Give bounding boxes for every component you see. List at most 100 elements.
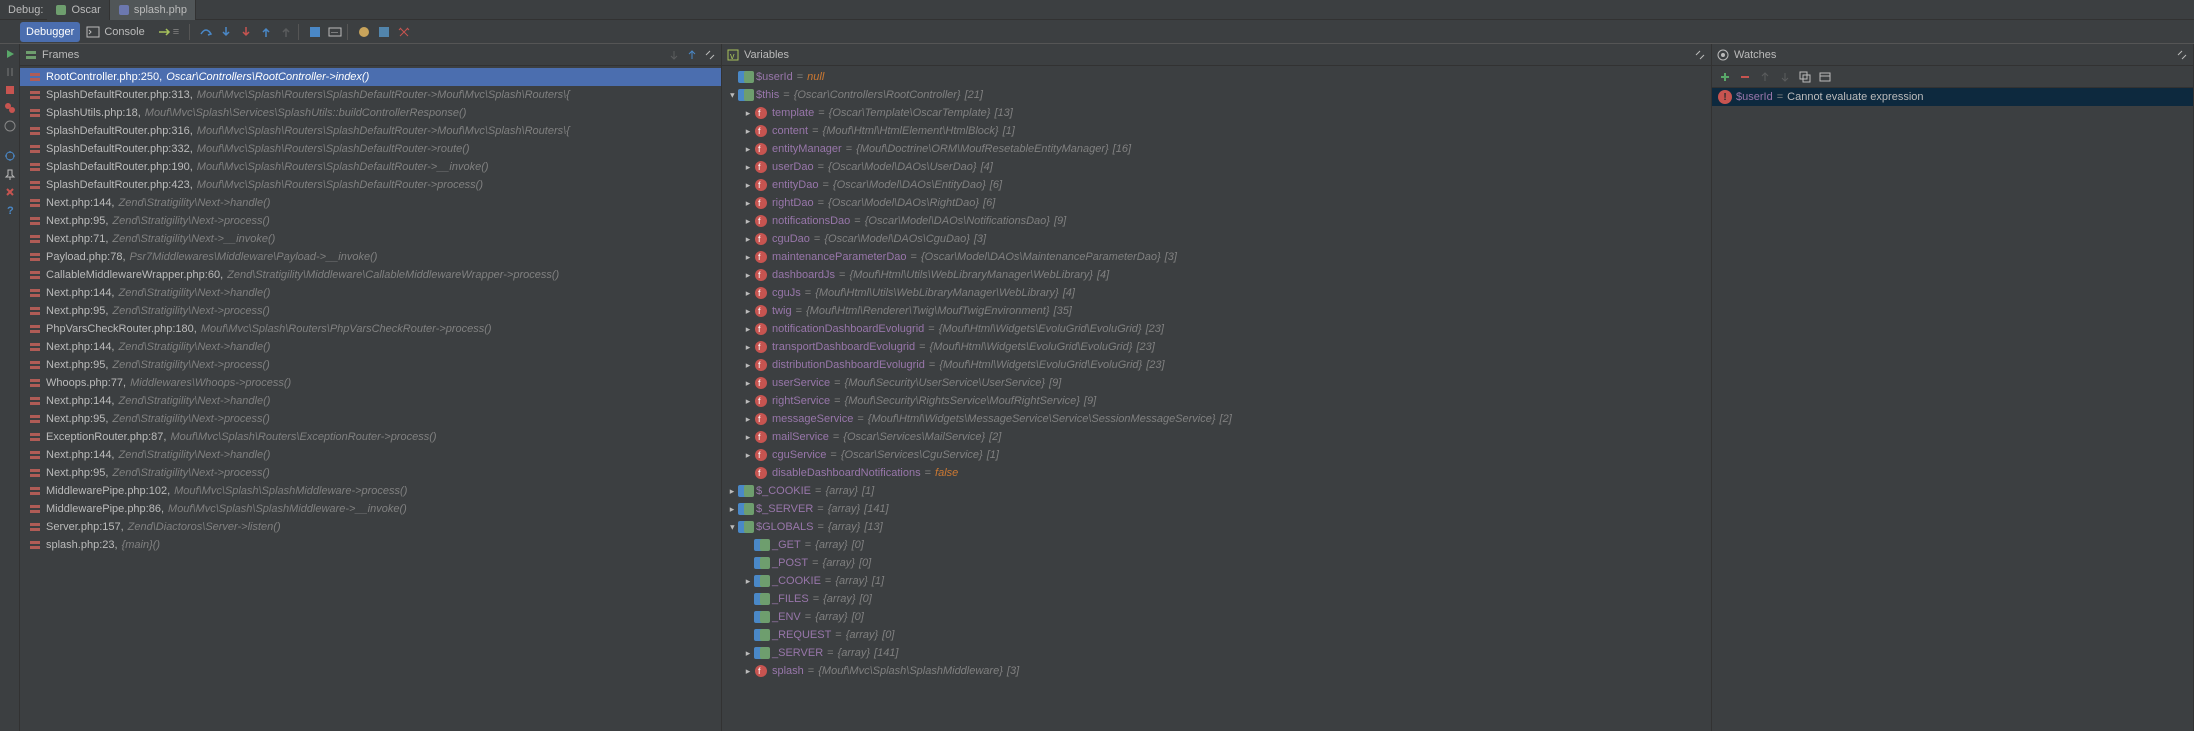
expand-icon[interactable] bbox=[742, 377, 754, 389]
frame-row[interactable]: SplashDefaultRouter.php:423, Mouf\Mvc\Sp… bbox=[20, 176, 721, 194]
settings-button[interactable] bbox=[396, 24, 412, 40]
frame-row[interactable]: MiddlewarePipe.php:102, Mouf\Mvc\Splash\… bbox=[20, 482, 721, 500]
expand-icon[interactable] bbox=[742, 215, 754, 227]
drop-frame-button[interactable] bbox=[278, 24, 294, 40]
expand-icon[interactable] bbox=[742, 269, 754, 281]
expand-icon[interactable] bbox=[742, 287, 754, 299]
force-step-into-button[interactable] bbox=[238, 24, 254, 40]
variable-row[interactable]: ▸_POST={array}[0] bbox=[722, 554, 1711, 572]
view-breakpoints-button[interactable] bbox=[2, 100, 18, 116]
variable-row[interactable]: _SERVER={array}[141] bbox=[722, 644, 1711, 662]
frame-row[interactable]: PhpVarsCheckRouter.php:180, Mouf\Mvc\Spl… bbox=[20, 320, 721, 338]
frame-row[interactable]: SplashUtils.php:18, Mouf\Mvc\Splash\Serv… bbox=[20, 104, 721, 122]
expand-icon[interactable] bbox=[726, 485, 738, 497]
run-to-cursor-button[interactable] bbox=[307, 24, 323, 40]
frame-row[interactable]: Next.php:71, Zend\Stratigility\Next->__i… bbox=[20, 230, 721, 248]
expand-icon[interactable] bbox=[742, 449, 754, 461]
variable-row[interactable]: fentityDao={Oscar\Model\DAOs\EntityDao}[… bbox=[722, 176, 1711, 194]
copy-watch-button[interactable] bbox=[1796, 68, 1814, 86]
output-tab-button[interactable]: ≡ bbox=[151, 22, 185, 42]
frame-row[interactable]: MiddlewarePipe.php:86, Mouf\Mvc\Splash\S… bbox=[20, 500, 721, 518]
stop-button[interactable] bbox=[2, 82, 18, 98]
frames-down-icon[interactable] bbox=[667, 48, 681, 62]
variable-row[interactable]: fmessageService={Mouf\Html\Widgets\Messa… bbox=[722, 410, 1711, 428]
expand-icon[interactable] bbox=[742, 575, 754, 587]
variable-row[interactable]: ▸_REQUEST={array}[0] bbox=[722, 626, 1711, 644]
mute-breakpoints-button[interactable] bbox=[356, 24, 372, 40]
show-execution-point-button[interactable] bbox=[376, 24, 392, 40]
remove-watch-button[interactable] bbox=[1736, 68, 1754, 86]
variable-row[interactable]: $this={Oscar\Controllers\RootController}… bbox=[722, 86, 1711, 104]
expand-icon[interactable] bbox=[742, 233, 754, 245]
expand-icon[interactable] bbox=[742, 305, 754, 317]
expand-icon[interactable] bbox=[726, 503, 738, 515]
expand-icon[interactable] bbox=[742, 125, 754, 137]
move-up-button[interactable] bbox=[1756, 68, 1774, 86]
frame-row[interactable]: Next.php:144, Zend\Stratigility\Next->ha… bbox=[20, 392, 721, 410]
show-watches-button[interactable] bbox=[1816, 68, 1834, 86]
expand-icon[interactable] bbox=[742, 647, 754, 659]
frame-row[interactable]: ExceptionRouter.php:87, Mouf\Mvc\Splash\… bbox=[20, 428, 721, 446]
expand-icon[interactable] bbox=[742, 413, 754, 425]
variable-row[interactable]: $_SERVER={array}[141] bbox=[722, 500, 1711, 518]
move-down-button[interactable] bbox=[1776, 68, 1794, 86]
watches-list[interactable]: ! $userId = Cannot evaluate expression bbox=[1712, 88, 2193, 731]
evaluate-expression-button[interactable]: ― bbox=[327, 24, 343, 40]
step-into-button[interactable] bbox=[218, 24, 234, 40]
maximize-icon[interactable] bbox=[703, 48, 717, 62]
add-watch-button[interactable] bbox=[1716, 68, 1734, 86]
watch-item[interactable]: ! $userId = Cannot evaluate expression bbox=[1712, 88, 2193, 106]
resume-button[interactable] bbox=[2, 46, 18, 62]
variable-row[interactable]: $_COOKIE={array}[1] bbox=[722, 482, 1711, 500]
variable-row[interactable]: ▸$userId=null bbox=[722, 68, 1711, 86]
frames-up-icon[interactable] bbox=[685, 48, 699, 62]
frame-row[interactable]: Next.php:144, Zend\Stratigility\Next->ha… bbox=[20, 338, 721, 356]
variable-row[interactable]: frightDao={Oscar\Model\DAOs\RightDao}[6] bbox=[722, 194, 1711, 212]
expand-icon[interactable] bbox=[742, 665, 754, 677]
frame-row[interactable]: RootController.php:250, Oscar\Controller… bbox=[20, 68, 721, 86]
variable-row[interactable]: fcontent={Mouf\Html\HtmlElement\HtmlBloc… bbox=[722, 122, 1711, 140]
frame-row[interactable]: Next.php:95, Zend\Stratigility\Next->pro… bbox=[20, 410, 721, 428]
frame-row[interactable]: Next.php:95, Zend\Stratigility\Next->pro… bbox=[20, 464, 721, 482]
maximize-icon[interactable] bbox=[1693, 48, 1707, 62]
frame-row[interactable]: Next.php:144, Zend\Stratigility\Next->ha… bbox=[20, 446, 721, 464]
variable-row[interactable]: fnotificationDashboardEvolugrid={Mouf\Ht… bbox=[722, 320, 1711, 338]
expand-icon[interactable] bbox=[742, 197, 754, 209]
frame-row[interactable]: Server.php:157, Zend\Diactoros\Server->l… bbox=[20, 518, 721, 536]
variable-row[interactable]: ftwig={Mouf\Html\Renderer\Twig\MoufTwigE… bbox=[722, 302, 1711, 320]
mute-breakpoints-gutter-button[interactable] bbox=[2, 118, 18, 134]
expand-icon[interactable] bbox=[742, 107, 754, 119]
frame-row[interactable]: Payload.php:78, Psr7Middlewares\Middlewa… bbox=[20, 248, 721, 266]
pause-button[interactable] bbox=[2, 64, 18, 80]
variables-tree[interactable]: ▸$userId=null$this={Oscar\Controllers\Ro… bbox=[722, 66, 1711, 731]
variable-row[interactable]: fdashboardJs={Mouf\Html\Utils\WebLibrary… bbox=[722, 266, 1711, 284]
variable-row[interactable]: ftransportDashboardEvolugrid={Mouf\Html\… bbox=[722, 338, 1711, 356]
variable-row[interactable]: fmaintenanceParameterDao={Oscar\Model\DA… bbox=[722, 248, 1711, 266]
frame-row[interactable]: splash.php:23, {main}() bbox=[20, 536, 721, 554]
expand-icon[interactable] bbox=[742, 395, 754, 407]
variable-row[interactable]: ftemplate={Oscar\Template\OscarTemplate}… bbox=[722, 104, 1711, 122]
variable-row[interactable]: fdistributionDashboardEvolugrid={Mouf\Ht… bbox=[722, 356, 1711, 374]
console-tab-button[interactable]: Console bbox=[80, 22, 150, 42]
expand-icon[interactable] bbox=[742, 431, 754, 443]
frame-row[interactable]: SplashDefaultRouter.php:313, Mouf\Mvc\Sp… bbox=[20, 86, 721, 104]
variable-row[interactable]: _COOKIE={array}[1] bbox=[722, 572, 1711, 590]
variable-row[interactable]: fsplash={Mouf\Mvc\Splash\SplashMiddlewar… bbox=[722, 662, 1711, 680]
step-out-button[interactable] bbox=[258, 24, 274, 40]
variable-row[interactable]: fcguService={Oscar\Services\CguService}[… bbox=[722, 446, 1711, 464]
maximize-icon[interactable] bbox=[2175, 48, 2189, 62]
variable-row[interactable]: fmailService={Oscar\Services\MailService… bbox=[722, 428, 1711, 446]
variable-row[interactable]: ▸_FILES={array}[0] bbox=[722, 590, 1711, 608]
frame-row[interactable]: Next.php:95, Zend\Stratigility\Next->pro… bbox=[20, 356, 721, 374]
expand-icon[interactable] bbox=[742, 179, 754, 191]
pin-tab-button[interactable] bbox=[2, 166, 18, 182]
frame-row[interactable]: Next.php:144, Zend\Stratigility\Next->ha… bbox=[20, 194, 721, 212]
expand-icon[interactable] bbox=[742, 323, 754, 335]
variable-row[interactable]: fuserService={Mouf\Security\UserService\… bbox=[722, 374, 1711, 392]
variable-row[interactable]: $GLOBALS={array}[13] bbox=[722, 518, 1711, 536]
variable-row[interactable]: ▸fdisableDashboardNotifications=false bbox=[722, 464, 1711, 482]
expand-icon[interactable] bbox=[742, 251, 754, 263]
variable-row[interactable]: fuserDao={Oscar\Model\DAOs\UserDao}[4] bbox=[722, 158, 1711, 176]
variable-row[interactable]: fnotificationsDao={Oscar\Model\DAOs\Noti… bbox=[722, 212, 1711, 230]
frame-row[interactable]: SplashDefaultRouter.php:190, Mouf\Mvc\Sp… bbox=[20, 158, 721, 176]
